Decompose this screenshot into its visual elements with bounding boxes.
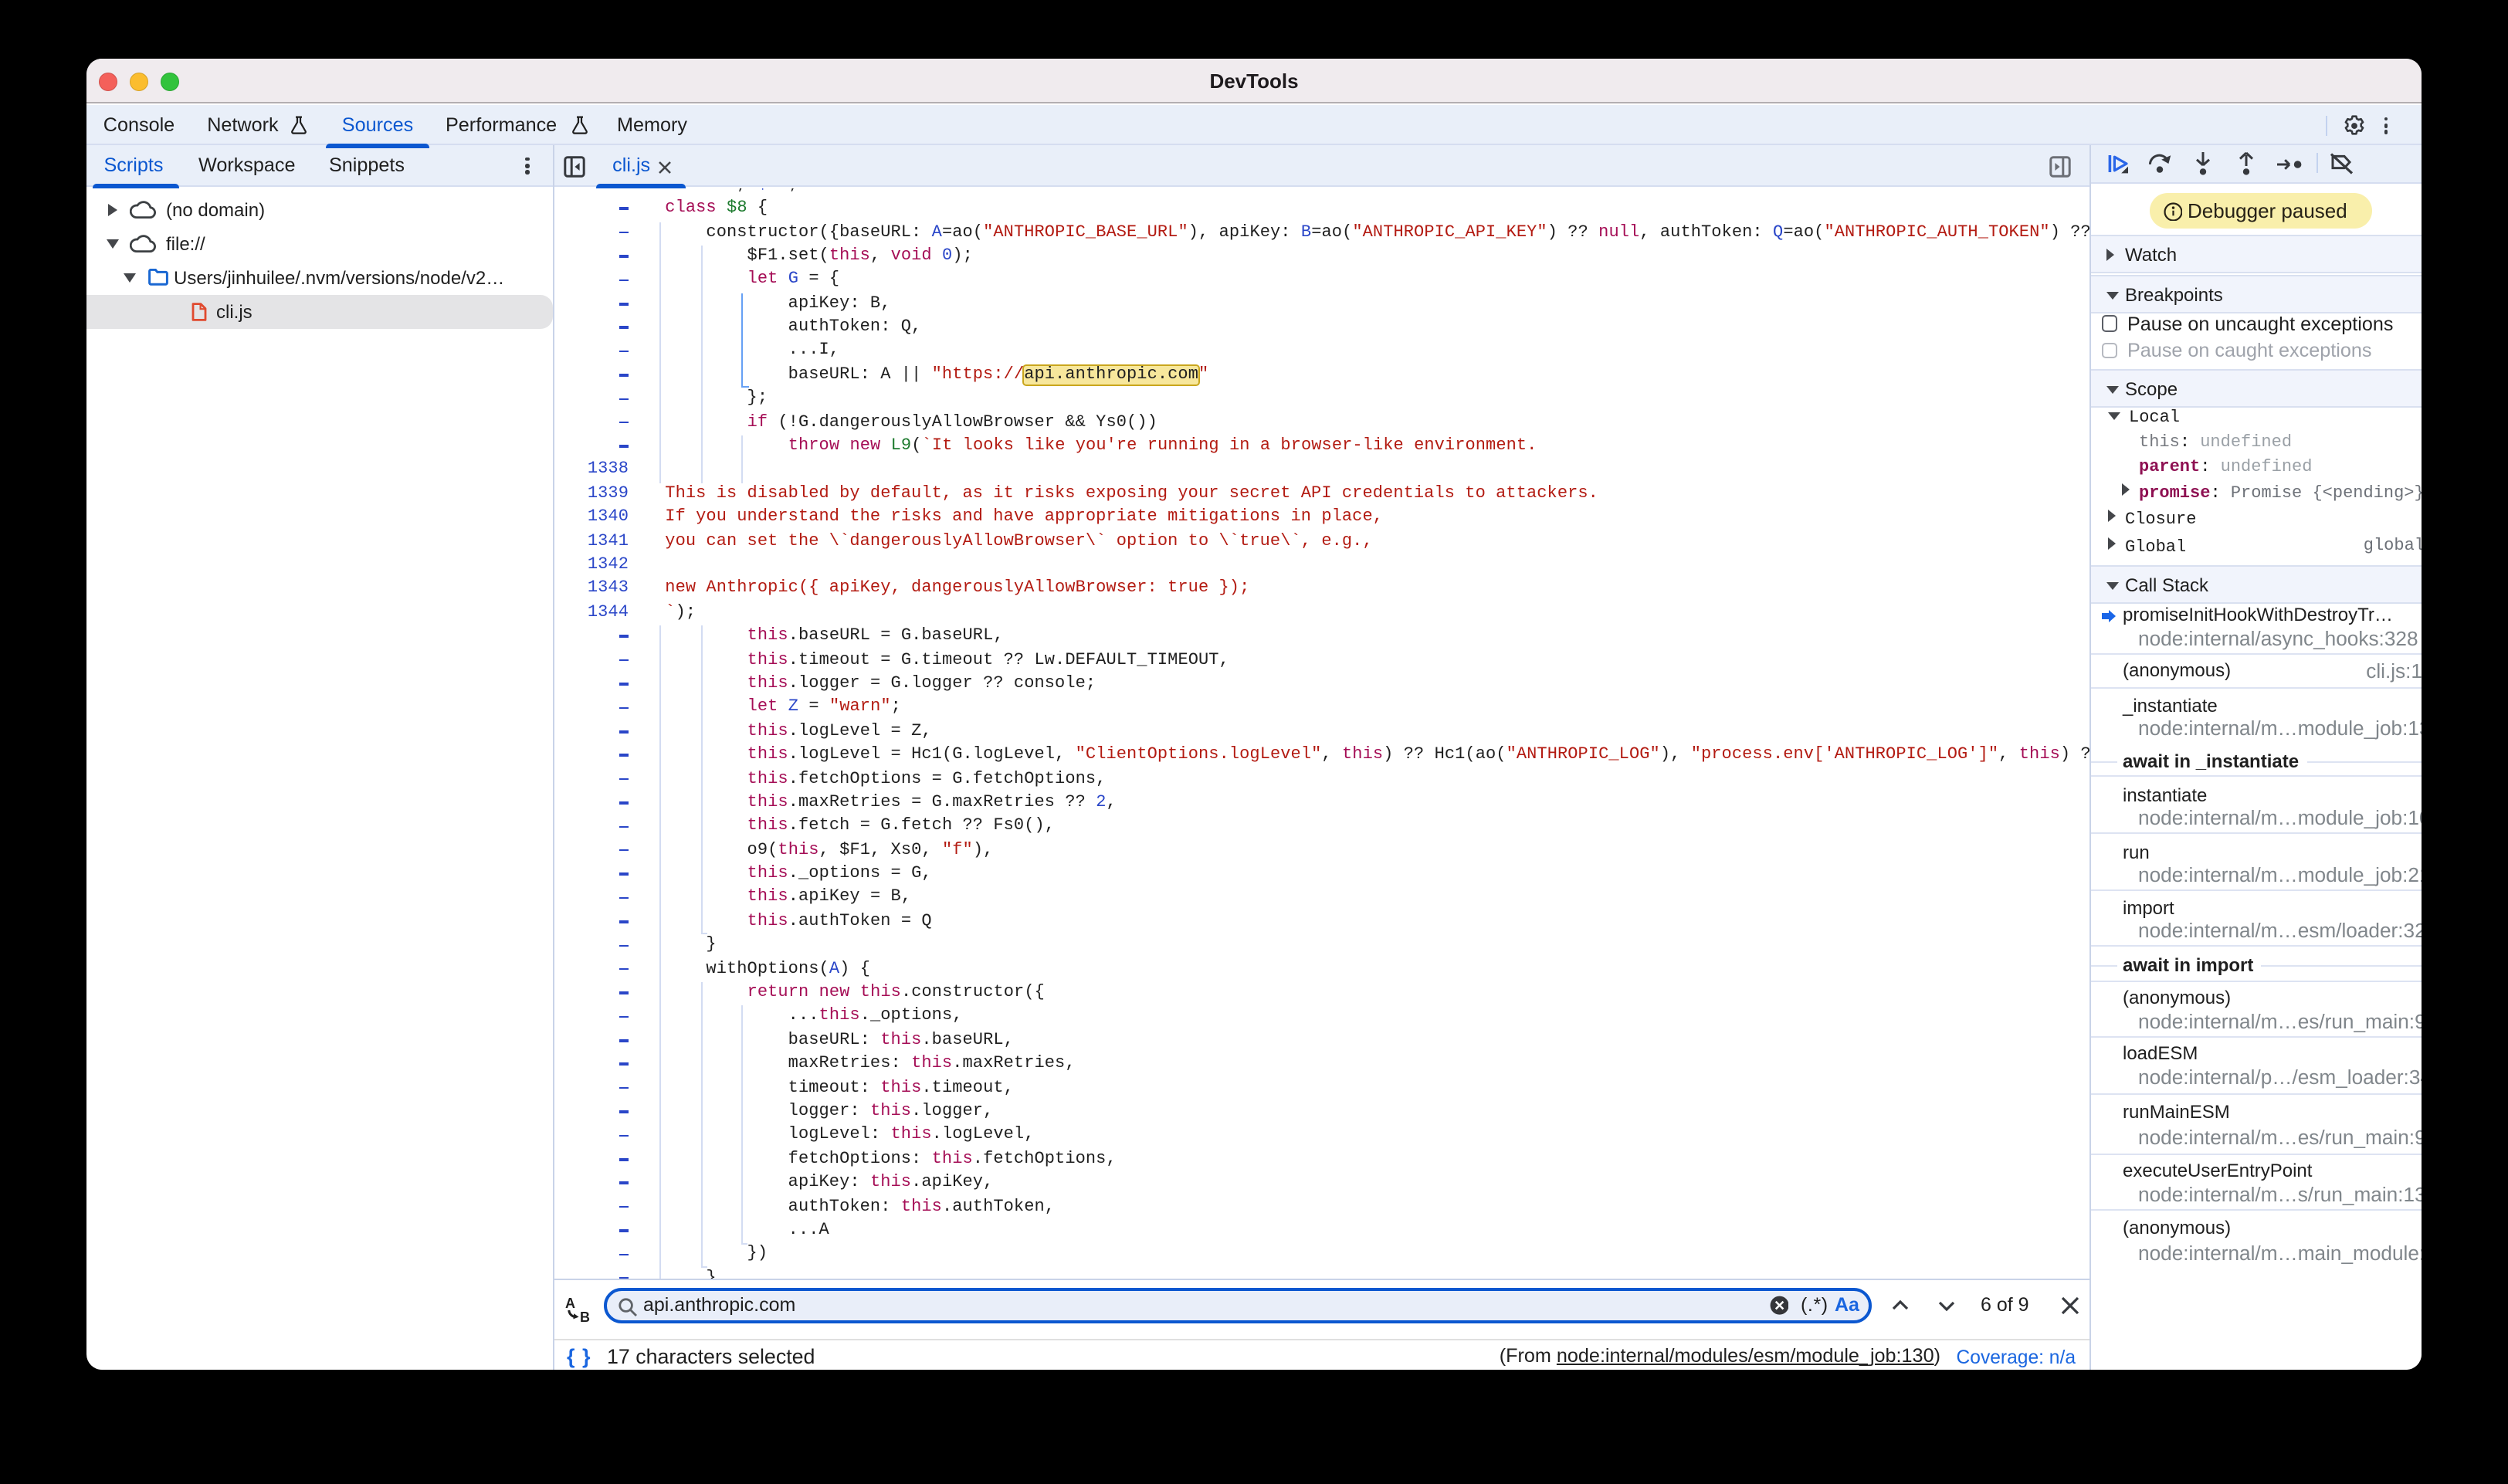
svg-text:A: A bbox=[564, 1296, 574, 1311]
svg-text:B: B bbox=[579, 1310, 589, 1323]
